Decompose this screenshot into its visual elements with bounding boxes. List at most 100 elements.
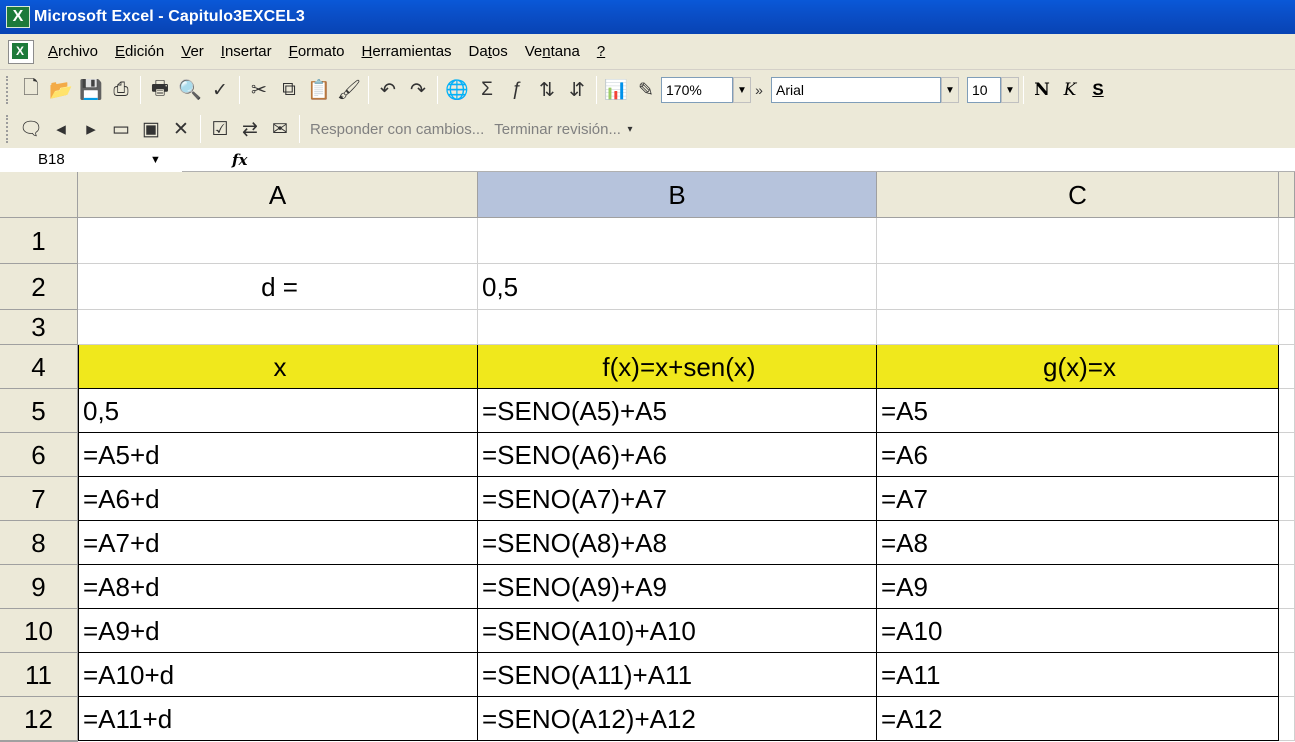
workbook-icon[interactable]	[8, 39, 34, 64]
toolbar-grip[interactable]	[6, 76, 10, 104]
autosum-icon[interactable]: Σ	[472, 75, 502, 105]
cell-d5[interactable]	[1279, 389, 1295, 433]
cell-c4[interactable]: g(x)=x	[877, 345, 1279, 389]
reply-with-changes-button[interactable]: Responder con cambios...	[310, 121, 484, 138]
column-header-c[interactable]: C	[877, 172, 1279, 218]
cell-a6[interactable]: =A5+d	[78, 433, 478, 477]
cell-b3[interactable]	[478, 310, 877, 345]
insert-function-icon[interactable]: fx	[232, 151, 247, 169]
zoom-box[interactable]: 170%	[661, 77, 733, 103]
underline-button[interactable]: S	[1084, 75, 1112, 105]
menu-item[interactable]: Formato	[289, 43, 345, 60]
menu-item[interactable]: Datos	[469, 43, 508, 60]
row-header[interactable]: 5	[0, 389, 78, 433]
permission-icon[interactable]: ⎙	[106, 75, 136, 105]
cell-d2[interactable]	[1279, 264, 1295, 310]
font-name-box[interactable]: Arial	[771, 77, 941, 103]
save-icon[interactable]: 💾	[76, 75, 106, 105]
cell-a4[interactable]: x	[78, 345, 478, 389]
toolbar-grip[interactable]	[6, 115, 10, 143]
cell-a9[interactable]: =A8+d	[78, 565, 478, 609]
cell-a11[interactable]: =A10+d	[78, 653, 478, 697]
paste-icon[interactable]: 📋	[304, 75, 334, 105]
cell-b2[interactable]: 0,5	[478, 264, 877, 310]
cell-c1[interactable]	[877, 218, 1279, 264]
cell-b6[interactable]: =SENO(A6)+A6	[478, 433, 877, 477]
cell-d6[interactable]	[1279, 433, 1295, 477]
cell-d1[interactable]	[1279, 218, 1295, 264]
column-header-a[interactable]: A	[78, 172, 478, 218]
row-header[interactable]: 8	[0, 521, 78, 565]
cell-b9[interactable]: =SENO(A9)+A9	[478, 565, 877, 609]
sort-ascending-icon[interactable]: ⇅	[532, 75, 562, 105]
bold-button[interactable]: N	[1028, 75, 1056, 105]
cell-b11[interactable]: =SENO(A11)+A11	[478, 653, 877, 697]
cell-d11[interactable]	[1279, 653, 1295, 697]
drawing-icon[interactable]: ✎	[631, 75, 661, 105]
cell-c3[interactable]	[877, 310, 1279, 345]
menu-item[interactable]: Ver	[181, 43, 204, 60]
column-header-d[interactable]	[1279, 172, 1295, 218]
cell-d12[interactable]	[1279, 697, 1295, 741]
menu-item[interactable]: Ventana	[525, 43, 580, 60]
select-all-corner[interactable]	[0, 172, 78, 218]
previous-comment-icon[interactable]: ◂	[46, 114, 76, 144]
cell-d7[interactable]	[1279, 477, 1295, 521]
sort-descending-icon[interactable]: ⇵	[562, 75, 592, 105]
row-header[interactable]: 9	[0, 565, 78, 609]
new-comment-icon[interactable]: 🗨	[16, 114, 46, 144]
row-header[interactable]: 6	[0, 433, 78, 477]
chart-wizard-icon[interactable]: 📊	[601, 75, 631, 105]
hyperlink-icon[interactable]: 🌐	[442, 75, 472, 105]
font-size-dropdown-icon[interactable]: ▼	[1001, 77, 1019, 103]
track-changes-icon[interactable]: ☑	[205, 114, 235, 144]
row-header[interactable]: 10	[0, 609, 78, 653]
toolbar-options-icon[interactable]: »	[751, 75, 767, 105]
format-painter-icon[interactable]: 🖌	[334, 75, 364, 105]
cell-c11[interactable]: =A11	[877, 653, 1279, 697]
cell-c7[interactable]: =A7	[877, 477, 1279, 521]
cell-c5[interactable]: =A5	[877, 389, 1279, 433]
cell-a8[interactable]: =A7+d	[78, 521, 478, 565]
cell-c12[interactable]: =A12	[877, 697, 1279, 741]
cell-d3[interactable]	[1279, 310, 1295, 345]
menu-item[interactable]: ?	[597, 43, 605, 60]
copy-icon[interactable]: ⧉	[274, 75, 304, 105]
row-header[interactable]: 12	[0, 697, 78, 741]
row-header[interactable]: 2	[0, 264, 78, 310]
cell-d4[interactable]	[1279, 345, 1295, 389]
cell-b12[interactable]: =SENO(A12)+A12	[478, 697, 877, 741]
send-mail-icon[interactable]: ✉	[265, 114, 295, 144]
function-icon[interactable]: ƒ	[502, 75, 532, 105]
cell-b5[interactable]: =SENO(A5)+A5	[478, 389, 877, 433]
cell-b4[interactable]: f(x)=x+sen(x)	[478, 345, 877, 389]
cell-d8[interactable]	[1279, 521, 1295, 565]
menu-item[interactable]: Edición	[115, 43, 164, 60]
formula-input[interactable]	[247, 148, 1295, 172]
cell-a3[interactable]	[78, 310, 478, 345]
redo-icon[interactable]: ↷	[403, 75, 433, 105]
cut-icon[interactable]: ✂	[244, 75, 274, 105]
cell-c10[interactable]: =A10	[877, 609, 1279, 653]
cell-a12[interactable]: =A11+d	[78, 697, 478, 741]
print-preview-icon[interactable]: 🔍	[175, 75, 205, 105]
end-review-button[interactable]: Terminar revisión...	[494, 121, 621, 138]
menu-item[interactable]: Herramientas	[362, 43, 452, 60]
cell-b7[interactable]: =SENO(A7)+A7	[478, 477, 877, 521]
cell-b10[interactable]: =SENO(A10)+A10	[478, 609, 877, 653]
name-box-dropdown-icon[interactable]: ▼	[150, 148, 161, 172]
cell-a1[interactable]	[78, 218, 478, 264]
cell-a5[interactable]: 0,5	[78, 389, 478, 433]
row-header[interactable]: 1	[0, 218, 78, 264]
name-box[interactable]: B18 ▼	[0, 147, 182, 172]
cell-b8[interactable]: =SENO(A8)+A8	[478, 521, 877, 565]
cell-c9[interactable]: =A9	[877, 565, 1279, 609]
print-icon[interactable]: 🖶	[145, 75, 175, 105]
row-header[interactable]: 7	[0, 477, 78, 521]
show-comment-icon[interactable]: ▭	[106, 114, 136, 144]
zoom-dropdown-icon[interactable]: ▼	[733, 77, 751, 103]
new-icon[interactable]: 🗋	[16, 75, 46, 105]
column-header-b[interactable]: B	[478, 172, 877, 218]
open-icon[interactable]: 📂	[46, 75, 76, 105]
cell-c2[interactable]	[877, 264, 1279, 310]
